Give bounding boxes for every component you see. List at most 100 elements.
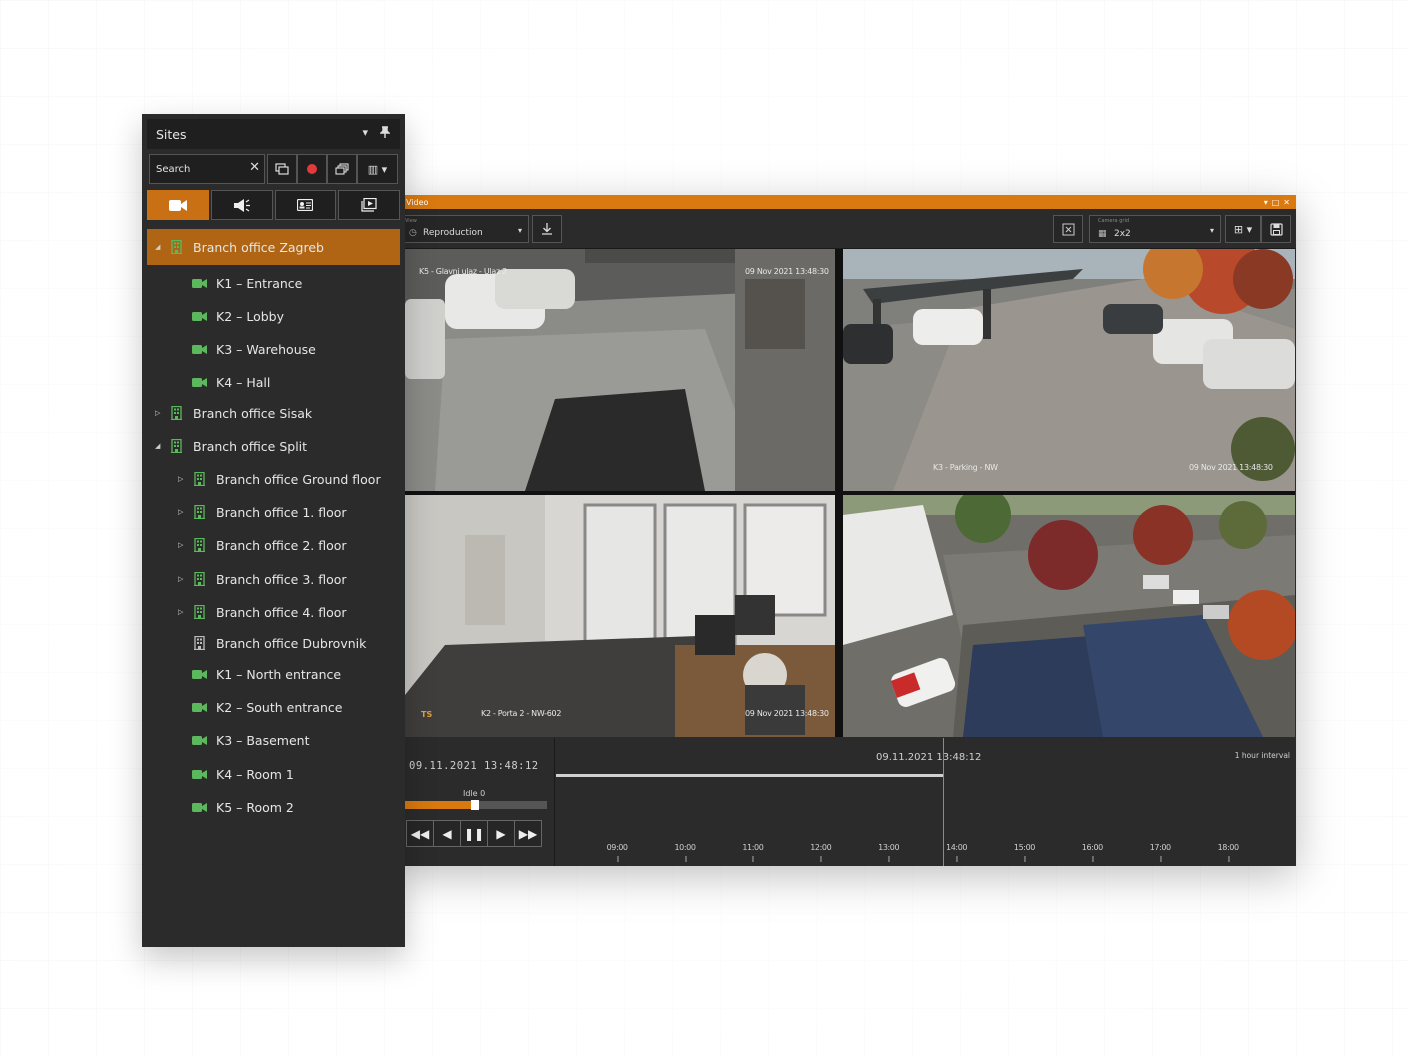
- tree-site-item[interactable]: ◢ Branch office Split: [147, 428, 400, 464]
- play-button[interactable]: ▶: [487, 820, 515, 847]
- camera-timestamp: 09 Nov 2021 13:48:30: [745, 267, 829, 276]
- timeline-cursor-time: 09.11.2021 13:48:12: [876, 752, 982, 763]
- tree-site-item[interactable]: ▷ Branch office 2. floor: [147, 527, 400, 563]
- sites-panel-title: Sites: [156, 127, 187, 142]
- camera-tile-2[interactable]: K3 - Parking - NW 09 Nov 2021 13:48:30: [843, 249, 1295, 491]
- save-button[interactable]: [1261, 215, 1291, 243]
- tree-site-item[interactable]: ▷ Branch office 1. floor: [147, 494, 400, 530]
- pause-icon: ❚❚: [463, 826, 485, 841]
- camera-icon: [192, 311, 207, 321]
- add-to-view-button[interactable]: [267, 154, 297, 184]
- playback-controls-panel: 09.11.2021 13:48:12 Idle 0 ◀◀ ◀ ❚❚ ▶ ▶▶: [405, 738, 555, 866]
- chevron-down-icon: ▾: [517, 226, 522, 235]
- tree-item-label: Branch office Zagreb: [193, 239, 324, 255]
- fast-forward-button[interactable]: ▶▶: [514, 820, 542, 847]
- tree-site-item[interactable]: ▷ Branch office 3. floor: [147, 561, 400, 597]
- tree-item-label: K3 – Warehouse: [216, 341, 316, 357]
- grid-icon: ▦: [1098, 229, 1107, 239]
- view-select[interactable]: View ◷ Reproduction ▾: [400, 215, 529, 243]
- tree-item-label: Branch office Sisak: [193, 405, 313, 421]
- camera-feed-3: [405, 495, 835, 737]
- video-window-title: Video: [406, 197, 429, 207]
- site-filter-button[interactable]: ▥ ▾: [357, 154, 398, 184]
- tree-camera-item[interactable]: K1 – Entrance: [147, 265, 400, 301]
- search-input[interactable]: [150, 155, 246, 183]
- tree-camera-item[interactable]: K2 – South entrance: [147, 689, 400, 725]
- timeline-hour-tick: 14:00: [946, 843, 968, 862]
- video-camera-icon: [168, 199, 187, 211]
- tree-site-item[interactable]: ◢ Branch office Zagreb: [147, 229, 400, 265]
- id-card-icon: [297, 199, 314, 211]
- camera-icon: [192, 377, 207, 387]
- building-icon: [194, 605, 205, 619]
- play-reverse-button[interactable]: ◀: [433, 820, 461, 847]
- camera-tile-3[interactable]: 09 Nov 2021 13:48:30 K2 - Porta 2 - NW-6…: [405, 495, 835, 737]
- chevron-down-icon[interactable]: ▾: [362, 126, 368, 141]
- camera-watermark-logo: TS: [421, 710, 433, 719]
- video-titlebar: Video ▾ □ ✕: [392, 195, 1296, 209]
- expand-arrow-icon[interactable]: ▷: [178, 608, 183, 616]
- tree-site-item[interactable]: ▷ Branch office Sisak: [147, 395, 400, 431]
- building-icon: [171, 240, 182, 254]
- tab-playback[interactable]: [338, 190, 400, 220]
- expand-arrow-icon[interactable]: ▷: [178, 475, 183, 483]
- tab-cameras[interactable]: [147, 190, 209, 220]
- tree-camera-item[interactable]: K4 – Room 1: [147, 756, 400, 792]
- view-select-value: Reproduction: [423, 228, 483, 238]
- timeline-track[interactable]: 09.11.2021 13:48:12 1 hour interval 09:0…: [556, 738, 1296, 866]
- tree-camera-item[interactable]: K1 – North entrance: [147, 656, 400, 692]
- collapse-arrow-icon[interactable]: ◢: [155, 243, 160, 251]
- tree-camera-item[interactable]: K5 – Room 2: [147, 789, 400, 825]
- close-icon[interactable]: ✕: [1283, 198, 1290, 207]
- speed-slider[interactable]: [405, 800, 547, 810]
- tree-camera-item[interactable]: K3 – Warehouse: [147, 331, 400, 367]
- timeline-hour-tick: 12:00: [810, 843, 832, 862]
- tree-item-label: K4 – Hall: [216, 374, 271, 390]
- record-button[interactable]: [297, 154, 327, 184]
- maximize-icon[interactable]: □: [1272, 198, 1280, 207]
- download-button[interactable]: [532, 215, 562, 243]
- camera-tile-1[interactable]: K5 - Glavni ulaz - Ulaz 2 09 Nov 2021 13…: [405, 249, 835, 491]
- tab-access-cards[interactable]: [274, 190, 337, 220]
- play-icon: ▶: [496, 826, 506, 841]
- timeline-hour-tick: 16:00: [1081, 843, 1103, 862]
- record-icon: [307, 164, 317, 174]
- collapse-arrow-icon[interactable]: ◢: [155, 442, 160, 450]
- expand-arrow-icon[interactable]: ▷: [178, 575, 183, 583]
- clear-grid-button[interactable]: [1053, 215, 1083, 243]
- expand-arrow-icon[interactable]: ▷: [178, 541, 183, 549]
- layout-menu-button[interactable]: ⊞ ▾: [1225, 215, 1261, 243]
- camera-overlay-label: K3 - Parking - NW: [933, 463, 998, 472]
- window-menu-icon[interactable]: ▾: [1264, 198, 1268, 207]
- camera-icon: [192, 669, 207, 679]
- building-icon: [194, 472, 205, 486]
- close-square-icon: [1062, 223, 1074, 235]
- timeline-hour-tick: 15:00: [1013, 843, 1035, 862]
- cascade-windows-button[interactable]: [327, 154, 357, 184]
- timeline-hour-tick: 17:00: [1149, 843, 1171, 862]
- pin-icon[interactable]: [379, 126, 391, 141]
- tree-camera-item[interactable]: K2 – Lobby: [147, 298, 400, 334]
- expand-arrow-icon[interactable]: ▷: [178, 508, 183, 516]
- video-toolbar: View ◷ Reproduction ▾ Camera grid ▦ 2x2 …: [392, 209, 1296, 249]
- tab-announcements[interactable]: [210, 190, 273, 220]
- tree-item-label: Branch office Split: [193, 438, 308, 454]
- tree-site-item[interactable]: ▷ Branch office Ground floor: [147, 461, 400, 497]
- camera-tile-4[interactable]: [843, 495, 1295, 737]
- tree-item-label: Branch office Ground floor: [216, 471, 381, 487]
- clear-search-icon[interactable]: ✕: [249, 160, 260, 175]
- pause-button[interactable]: ❚❚: [460, 820, 488, 847]
- camera-feed-4: [843, 495, 1295, 737]
- copy-window-icon: [275, 163, 289, 175]
- speed-slider-handle[interactable]: [470, 800, 479, 810]
- timeline-hour-tick: 10:00: [674, 843, 696, 862]
- tree-camera-item[interactable]: K3 – Basement: [147, 722, 400, 758]
- fast-rewind-button[interactable]: ◀◀: [406, 820, 434, 847]
- timeline-progress-bar: [556, 774, 943, 777]
- camera-icon: [192, 735, 207, 745]
- camera-grid-select[interactable]: Camera grid ▦ 2x2 ▾: [1089, 215, 1221, 243]
- expand-arrow-icon[interactable]: ▷: [155, 409, 160, 417]
- camera-icon: [192, 802, 207, 812]
- speed-slider-fill: [405, 801, 475, 809]
- camera-timestamp: 09 Nov 2021 13:48:30: [1189, 463, 1273, 472]
